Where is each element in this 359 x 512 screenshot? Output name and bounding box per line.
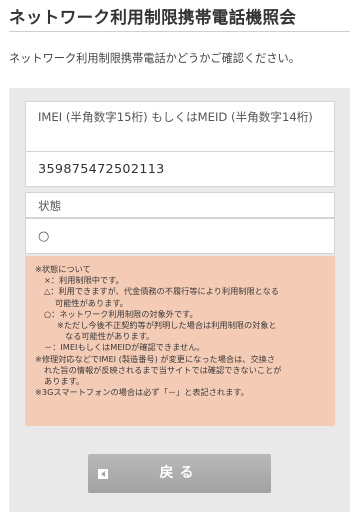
back-button[interactable]: 戻る bbox=[88, 454, 271, 493]
note-line: ※ただし今後不正契約等が判明した場合は利用制限の対象と bbox=[57, 320, 277, 331]
status-label: 状態 bbox=[25, 192, 335, 218]
page-title: ネットワーク利用制限携帯電話機照会 bbox=[9, 8, 297, 27]
note-line: ○：ネットワーク利用制限の対象外です。 bbox=[44, 308, 198, 319]
back-button-label: 戻る bbox=[159, 465, 200, 481]
note-line: あります。 bbox=[44, 376, 85, 387]
imei-value-field[interactable]: 359875472502113 bbox=[25, 151, 335, 187]
page-subtitle: ネットワーク利用制限携帯電話かどうかご確認ください。 bbox=[9, 52, 300, 65]
status-value: ○ bbox=[25, 218, 335, 254]
status-notes: ※状態について ×：利用制限中です。 △：利用できますが、代金債務の不履行等によ… bbox=[25, 256, 335, 426]
note-line: なる可能性があります。 bbox=[65, 331, 155, 342]
note-line: ※修理対応などでIMEI (製造番号) が変更になった場合は、交換さ bbox=[35, 353, 276, 364]
note-line: ※3Gスマートフォンの場合は必ず「－」と表記されます。 bbox=[35, 387, 249, 398]
note-line: ×：利用制限中です。 bbox=[44, 275, 124, 286]
note-line: ※状態について bbox=[35, 264, 91, 274]
note-line: △：利用できますが、代金債務の不履行等により利用制限となる bbox=[44, 286, 279, 297]
note-line: －：IMEIもしくはMEIDが確認できません。 bbox=[44, 342, 205, 353]
imei-label: IMEI (半角数字15桁) もしくはMEID (半角数字14桁) bbox=[25, 101, 335, 152]
note-line: れた旨の情報が反映されるまで当サイトでは確認できないことが bbox=[44, 364, 282, 375]
title-divider bbox=[9, 31, 350, 32]
note-line: 可能性があります。 bbox=[55, 297, 128, 308]
